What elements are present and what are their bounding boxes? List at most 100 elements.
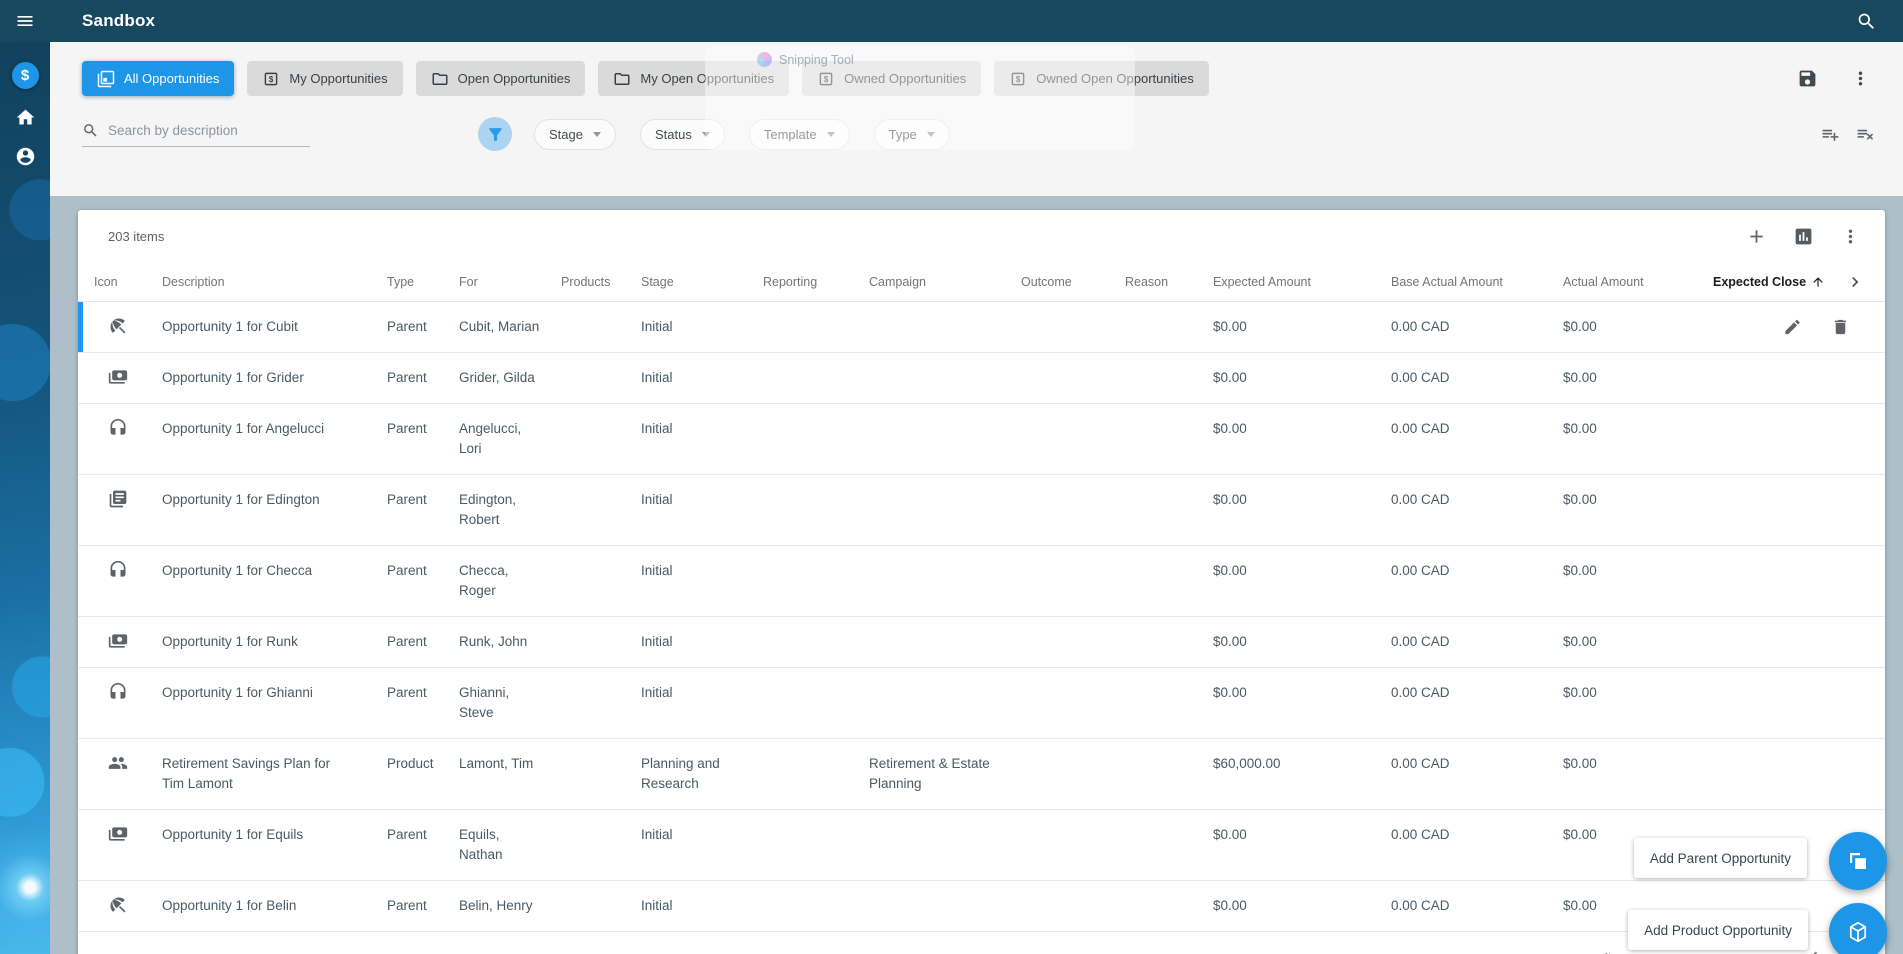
table-row[interactable]: Retirement Savings Plan for Tim Lamont Pr… <box>78 739 1885 810</box>
filter-button[interactable] <box>478 117 512 151</box>
dropdown-status[interactable]: Status <box>639 118 725 150</box>
view-tab-owned-opportunities[interactable]: $ Owned Opportunities <box>802 61 982 96</box>
dropdown-template[interactable]: Template <box>748 118 850 150</box>
funnel-icon <box>486 125 505 144</box>
view-tab-all-opportunities[interactable]: All Opportunities <box>82 61 235 96</box>
column-header-type[interactable]: Type <box>387 275 459 289</box>
view-tab-my-open-opportunities[interactable]: My Open Opportunities <box>598 61 790 96</box>
search-field[interactable] <box>82 122 310 147</box>
cell-actual-amount: $0.00 <box>1563 421 1597 436</box>
folder-icon <box>613 70 631 88</box>
cell-stage: Initial <box>641 492 673 507</box>
cell-base-actual-amount: 0.00 CAD <box>1391 421 1450 436</box>
cell-expected-amount: $0.00 <box>1213 634 1247 649</box>
table-header-row: Icon Description Type For Products Stage Repor… <box>78 262 1885 302</box>
column-header-description[interactable]: Description <box>162 275 387 289</box>
table-row[interactable]: Opportunity 1 for Ghianni Parent Ghianni, … <box>78 668 1885 739</box>
dropdown-type[interactable]: Type <box>873 118 950 150</box>
dropdown-label: Template <box>763 126 817 142</box>
table-row[interactable]: Opportunity 1 for Belin Parent Belin, Henr… <box>78 881 1885 932</box>
playlist-add-icon[interactable] <box>1821 125 1840 144</box>
cell-description: Opportunity 1 for Grider <box>162 370 304 385</box>
column-header-reporting[interactable]: Reporting <box>763 275 869 289</box>
menu-button[interactable] <box>0 0 50 42</box>
cell-for: Grider, Gilda <box>459 370 535 385</box>
search-icon <box>82 122 99 139</box>
view-tab-label: Owned Open Opportunities <box>1036 71 1194 86</box>
headset-icon <box>94 560 162 580</box>
edit-icon[interactable] <box>1783 318 1802 337</box>
fab-add-parent-opportunity[interactable] <box>1829 832 1887 890</box>
cell-type: Parent <box>387 370 427 385</box>
playlist-remove-icon[interactable] <box>1856 125 1875 144</box>
column-header-expected-amount[interactable]: Expected Amount <box>1213 275 1391 289</box>
table-row[interactable]: Opportunity 1 for Angelucci Parent Angeluc… <box>78 404 1885 475</box>
cell-type: Parent <box>387 685 427 700</box>
chart-icon[interactable] <box>1793 226 1814 247</box>
table-row[interactable]: Opportunity 1 for Grider Parent Grider, Gi… <box>78 353 1885 404</box>
cell-actual-amount: $0.00 <box>1563 756 1597 771</box>
cube-icon <box>1846 920 1870 944</box>
cell-description: Opportunity 1 for Equils <box>162 827 304 842</box>
chevron-down-icon <box>826 131 835 137</box>
cell-description: Opportunity 1 for Angelucci <box>162 421 325 436</box>
column-header-for[interactable]: For <box>459 275 561 289</box>
cell-for: Checca, Roger <box>459 563 509 598</box>
save-view-button[interactable] <box>1797 68 1818 89</box>
table-row[interactable]: Opportunity 1 for Cubit Parent Cubit, Mari… <box>78 302 1885 353</box>
fab-add-product-opportunity[interactable] <box>1829 903 1887 954</box>
view-tab-my-opportunities[interactable]: $ My Opportunities <box>247 61 403 96</box>
table-more-menu[interactable] <box>1840 226 1861 247</box>
chevron-down-icon <box>926 131 935 137</box>
column-header-expected-close[interactable]: Expected Close <box>1713 275 1845 289</box>
dollar-square-icon: $ <box>817 70 835 88</box>
money-icon <box>94 632 162 651</box>
fab-label-add-product-opportunity[interactable]: Add Product Opportunity <box>1628 910 1808 950</box>
cell-type: Parent <box>387 634 427 649</box>
svg-text:$: $ <box>269 75 274 84</box>
cell-actual-amount: $0.00 <box>1563 685 1597 700</box>
cell-stage: Initial <box>641 319 673 334</box>
column-header-outcome[interactable]: Outcome <box>1021 275 1125 289</box>
cell-base-actual-amount: 0.00 CAD <box>1391 756 1450 771</box>
column-header-stage[interactable]: Stage <box>641 275 763 289</box>
fab-label-add-parent-opportunity[interactable]: Add Parent Opportunity <box>1633 838 1807 878</box>
column-header-products[interactable]: Products <box>561 275 641 289</box>
cell-actual-amount: $0.00 <box>1563 492 1597 507</box>
dropdown-stage[interactable]: Stage <box>534 118 616 150</box>
view-more-menu[interactable] <box>1850 68 1871 89</box>
cell-for: Lamont, Tim <box>459 756 534 771</box>
column-header-campaign[interactable]: Campaign <box>869 275 1021 289</box>
table-row[interactable]: Opportunity 1 for Checca Parent Checca, Ro… <box>78 546 1885 617</box>
sidebar-item-account[interactable] <box>15 146 36 167</box>
table-row[interactable]: Opportunity 1 for Runk Parent Runk, John In… <box>78 617 1885 668</box>
cell-stage: Initial <box>641 421 673 436</box>
search-icon[interactable] <box>1856 11 1877 32</box>
items-per-page-label: Items per page <box>1604 950 1691 954</box>
cell-expected-amount: $0.00 <box>1213 370 1247 385</box>
sidebar-item-opportunities[interactable]: $ <box>11 62 39 89</box>
search-input[interactable] <box>108 122 310 138</box>
column-header-base-actual-amount[interactable]: Base Actual Amount <box>1391 275 1563 289</box>
cell-expected-amount: $0.00 <box>1213 898 1247 913</box>
column-header-reason[interactable]: Reason <box>1125 275 1213 289</box>
table-row[interactable]: Opportunity 1 for Equils Parent Equils, Na… <box>78 810 1885 881</box>
cell-actual-amount: $0.00 <box>1563 563 1597 578</box>
delete-icon[interactable] <box>1831 318 1850 337</box>
column-header-actual-amount[interactable]: Actual Amount <box>1563 275 1713 289</box>
cell-description: Opportunity 1 for Belin <box>162 898 297 913</box>
view-tab-owned-open-opportunities[interactable]: $ Owned Open Opportunities <box>994 61 1209 96</box>
sidebar: $ <box>0 0 50 954</box>
scroll-columns-right-button[interactable] <box>1845 272 1885 292</box>
cell-base-actual-amount: 0.00 CAD <box>1391 563 1450 578</box>
view-tab-open-opportunities[interactable]: Open Opportunities <box>415 61 586 96</box>
plus-icon[interactable] <box>1746 226 1767 247</box>
cell-actual-amount: $0.00 <box>1563 319 1597 334</box>
svg-text:$: $ <box>824 75 829 84</box>
cell-description: Opportunity 1 for Checca <box>162 563 313 578</box>
column-header-icon[interactable]: Icon <box>94 275 162 289</box>
cell-stage: Initial <box>641 827 673 842</box>
cell-actual-amount: $0.00 <box>1563 370 1597 385</box>
table-row[interactable]: Opportunity 1 for Edington Parent Edington… <box>78 475 1885 546</box>
sidebar-item-home[interactable] <box>15 107 36 128</box>
